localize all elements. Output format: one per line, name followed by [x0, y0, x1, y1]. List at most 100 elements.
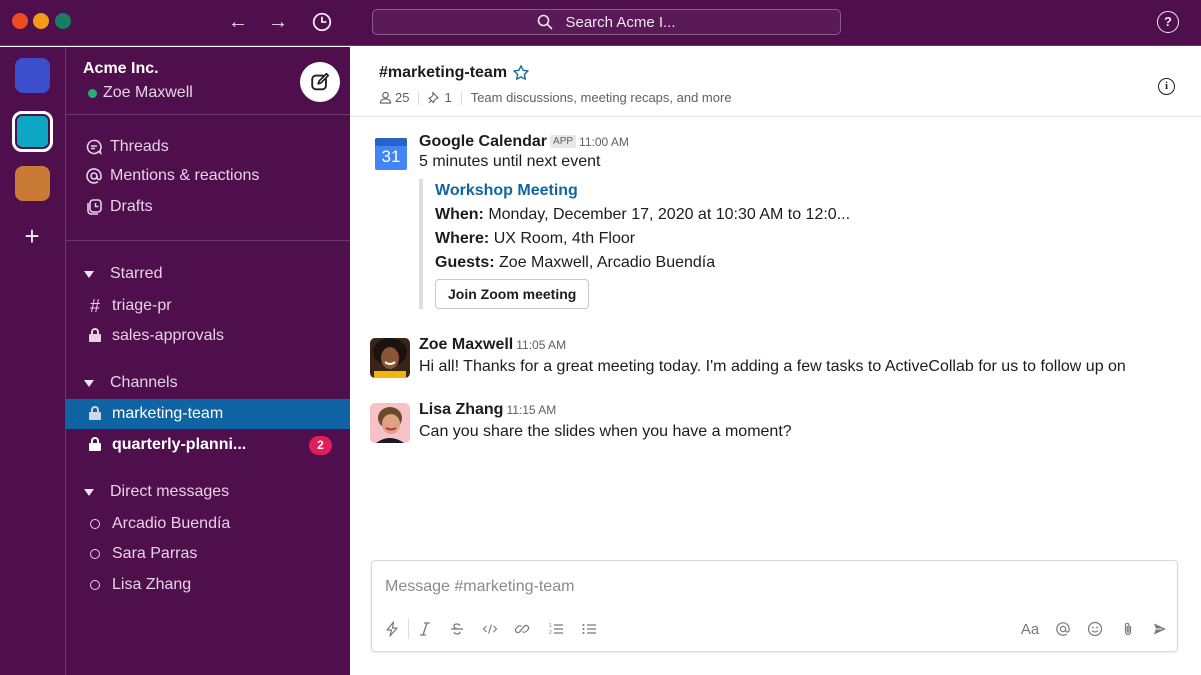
section-label: Starred	[110, 265, 163, 282]
event-where: Where: UX Room, 4th Floor	[435, 230, 636, 247]
app-badge: APP	[550, 135, 577, 148]
formatting-button[interactable]: Aa	[1018, 619, 1042, 639]
sidebar-item-quarterly-planning[interactable]: quarterly-planni... 2	[66, 430, 350, 460]
sidebar-item-marketing-team[interactable]: marketing-team	[66, 399, 350, 429]
link-button[interactable]	[512, 619, 532, 639]
channel-name: #marketing-team	[379, 64, 508, 81]
window-maximize-button[interactable]	[55, 13, 71, 29]
away-status-icon	[90, 519, 100, 529]
back-arrow-icon[interactable]: ←	[225, 9, 251, 35]
sidebar-item-label: Mentions & reactions	[110, 167, 260, 184]
workspace-1-button[interactable]	[15, 58, 50, 93]
section-starred[interactable]: Starred	[84, 265, 162, 283]
add-workspace-icon[interactable]: +	[20, 223, 44, 249]
sidebar-item-dm-sara[interactable]: Sara Parras	[66, 539, 350, 569]
emoji-button[interactable]	[1085, 619, 1105, 639]
sidebar-item-label: Drafts	[110, 198, 153, 215]
workspace-2-button[interactable]	[12, 111, 53, 152]
event-title-link[interactable]: Workshop Meeting	[435, 179, 879, 203]
italic-icon	[420, 622, 430, 636]
channel-label: triage-pr	[112, 297, 172, 314]
message-input[interactable]	[385, 575, 1165, 599]
channel-label: sales-approvals	[112, 327, 225, 344]
history-icon[interactable]	[309, 9, 335, 35]
sidebar-item-threads[interactable]: Threads	[85, 138, 169, 156]
window-close-button[interactable]	[12, 13, 28, 29]
threads-icon	[86, 139, 102, 155]
event-when: When: Monday, December 17, 2020 at 10:30…	[435, 206, 851, 223]
message-text: Can you share the slides when you have a…	[419, 423, 792, 440]
sidebar-item-dm-lisa[interactable]: Lisa Zhang	[66, 570, 350, 600]
mention-button[interactable]	[1053, 619, 1073, 639]
help-icon[interactable]: ?	[1157, 11, 1179, 33]
bulleted-list-icon	[582, 624, 596, 634]
attach-file-button[interactable]	[1118, 619, 1138, 639]
message-sender[interactable]: Lisa Zhang	[419, 401, 503, 418]
current-user-name: Zoe Maxwell	[103, 84, 193, 101]
numbered-list-button[interactable]: 12	[545, 619, 567, 639]
message-sender[interactable]: Zoe Maxwell	[419, 336, 513, 353]
avatar-zoe-maxwell[interactable]	[370, 338, 410, 378]
lock-icon	[89, 328, 101, 342]
message-sender[interactable]: Google Calendar	[419, 133, 547, 150]
event-attachment: Workshop Meeting When: Monday, December …	[419, 179, 879, 309]
window-minimize-button[interactable]	[33, 13, 49, 29]
channel-label: marketing-team	[112, 405, 224, 422]
google-calendar-app-icon[interactable]: 31	[375, 138, 407, 170]
meta-divider	[460, 90, 462, 105]
dm-label: Arcadio Buendía	[112, 515, 231, 532]
lightning-icon	[386, 621, 398, 637]
sidebar-item-dm-arcadio[interactable]: Arcadio Buendía	[66, 509, 350, 539]
message-time[interactable]: 11:05 AM	[516, 338, 566, 352]
section-channels[interactable]: Channels	[84, 374, 178, 392]
sidebar-item-label: Threads	[110, 138, 169, 155]
send-button[interactable]	[1150, 619, 1170, 639]
paperclip-icon	[1124, 622, 1132, 636]
bulleted-list-button[interactable]	[578, 619, 600, 639]
message-time[interactable]: 11:15 AM	[506, 403, 556, 417]
shortcuts-button[interactable]	[382, 619, 402, 639]
avatar-lisa-zhang[interactable]	[370, 403, 410, 443]
caret-down-icon	[84, 488, 94, 496]
channel-topic[interactable]: Team discussions, meeting recaps, and mo…	[471, 90, 732, 105]
star-icon[interactable]	[512, 64, 530, 82]
join-zoom-meeting-button[interactable]: Join Zoom meeting	[435, 279, 590, 309]
sidebar-item-drafts[interactable]: Drafts	[85, 198, 153, 216]
info-icon[interactable]: i	[1158, 78, 1175, 95]
channel-header: #marketing-team 25 1 Team discussions, m…	[350, 47, 1201, 117]
dm-label: Sara Parras	[112, 545, 198, 562]
workspace-3-button[interactable]	[15, 166, 50, 201]
send-icon	[1154, 623, 1166, 635]
current-user[interactable]: Zoe Maxwell	[88, 84, 193, 102]
away-status-icon	[90, 549, 100, 559]
forward-arrow-icon[interactable]: →	[265, 9, 291, 35]
compose-button[interactable]	[300, 62, 340, 102]
lock-icon	[89, 437, 101, 451]
pin-count[interactable]: 1	[428, 90, 452, 105]
emoji-icon	[1087, 621, 1103, 637]
svg-text:1: 1	[549, 623, 552, 629]
message-composer: 12 Aa	[371, 560, 1178, 652]
drafts-icon	[87, 199, 102, 215]
code-button[interactable]	[479, 619, 501, 639]
unread-badge: 2	[309, 436, 332, 455]
member-count[interactable]: 25	[379, 90, 409, 105]
workspace-rail: +	[0, 47, 66, 675]
channel-label: quarterly-planni...	[112, 436, 247, 453]
message-text: Hi all! Thanks for a great meeting today…	[419, 358, 1126, 375]
strikethrough-icon	[451, 623, 463, 635]
section-label: Direct messages	[110, 483, 230, 500]
message-time[interactable]: 11:00 AM	[579, 135, 629, 149]
channel-title[interactable]: #marketing-team	[379, 64, 530, 82]
sidebar-item-sales-approvals[interactable]: sales-approvals	[66, 321, 350, 351]
members-icon	[379, 91, 392, 104]
sidebar-item-triage-pr[interactable]: # triage-pr	[66, 291, 350, 321]
section-direct-messages[interactable]: Direct messages	[84, 483, 229, 501]
workspace-name[interactable]: Acme Inc.	[83, 60, 159, 78]
search-bar[interactable]: Search Acme I...	[372, 9, 841, 35]
strikethrough-button[interactable]	[447, 619, 467, 639]
sidebar: Acme Inc. Zoe Maxwell Threads Mentions &…	[66, 47, 350, 675]
italic-button[interactable]	[415, 619, 435, 639]
sidebar-item-mentions[interactable]: Mentions & reactions	[85, 167, 259, 185]
meta-divider	[418, 90, 420, 105]
